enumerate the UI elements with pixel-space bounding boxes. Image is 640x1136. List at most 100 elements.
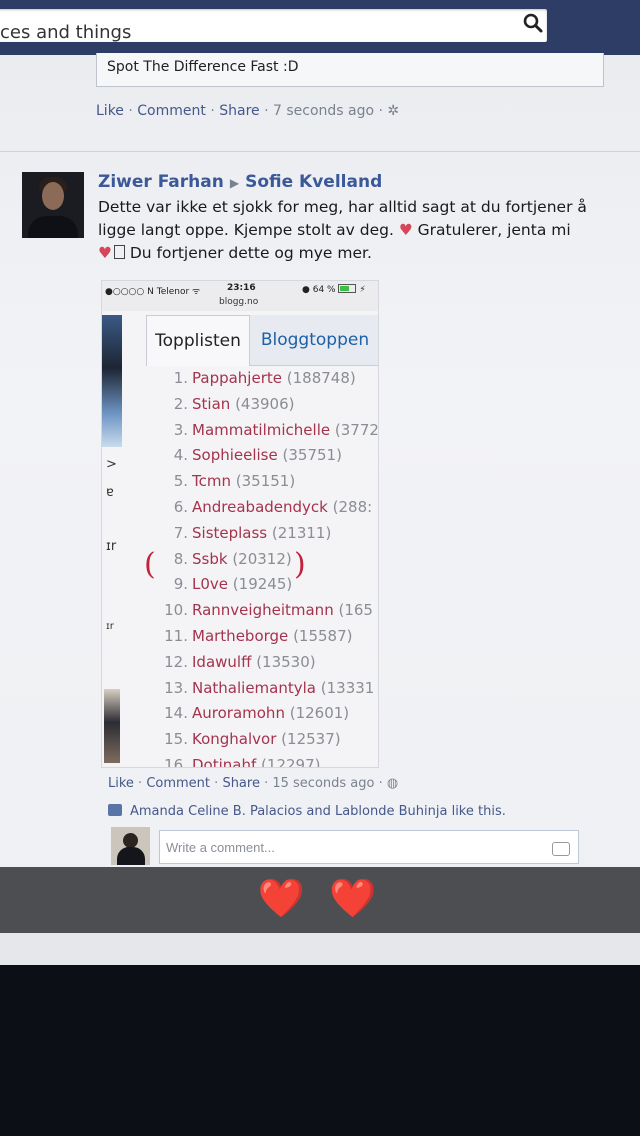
shared-link-preview[interactable]: Spot The Difference Fast :D [96,53,604,87]
post-text-line: Gratulerer, jenta mi [417,221,571,239]
blog-name-link[interactable]: Konghalvor [192,730,276,748]
rank-number: 14. [164,704,188,723]
blog-name-link[interactable]: L0ve [192,575,228,593]
caption-hearts: ❤️ ❤️ [257,876,383,920]
post-actions: Like · Comment · Share · 7 seconds ago ·… [96,103,400,119]
ranking-item[interactable]: 13. Nathaliemantyla (13331 [146,679,378,705]
search-icon[interactable] [522,12,544,34]
visitor-count: (3772 [334,420,379,439]
ranking-item[interactable]: 5. Tcmn (35151) [146,472,378,498]
blog-name-link[interactable]: Rannveigheitmann [192,601,334,619]
rank-number: 12. [164,652,188,671]
highlight-circle-right: ) [294,547,306,582]
arrow-right-icon: ▶ [229,176,240,190]
blog-name-link[interactable]: Dotinahf [192,756,256,767]
ranking-item[interactable]: 9. L0ve (19245) [146,575,378,601]
heart-icon: ♥ [98,244,112,262]
blog-name-link[interactable]: Nathaliemantyla [192,679,316,697]
post-timestamp[interactable]: 15 seconds ago [272,776,374,791]
comment-link[interactable]: Comment [146,776,210,791]
ranking-item[interactable]: 10. Rannveigheitmann (165 [146,601,378,627]
comment-input[interactable] [159,830,579,864]
author-name-link[interactable]: Ziwer Farhan [98,172,224,192]
cropped-sidebar: > ɐ ɪr ɪr [102,315,122,765]
ranking-item[interactable]: 11. Martheborge (15587) [146,627,378,653]
visitor-count: (13331 [320,678,375,697]
visitor-count: (20312) [232,549,292,568]
rank-number: 4. [173,446,188,465]
search-input[interactable]: ces and things [0,22,131,43]
ranking-item[interactable]: 6. Andreabadendyck (288: [146,498,378,524]
url-label: blogg.no [219,297,259,307]
post-text-line: ligge langt oppe. Kjempe stolt av deg. [98,221,394,239]
blog-name-link[interactable]: Pappahjerte [192,369,282,387]
like-link[interactable]: Like [108,776,134,791]
blog-name-link[interactable]: Andreabadendyck [192,498,328,516]
blog-name-link[interactable]: Ssbk [192,550,228,568]
carrier-label: ●○○○○ N Telenor ᯤ [105,287,201,297]
blog-name-link[interactable]: Sophieelise [192,446,278,464]
attached-photo[interactable]: ●○○○○ N Telenor ᯤ 23:16 blogg.no ● 64 % … [101,280,379,768]
feed-divider [0,151,640,152]
ranking-list: 1. Pappahjerte (188748) 2. Stian (43906) 3. M… [146,369,378,768]
ranking-item[interactable]: 1. Pappahjerte (188748) [146,369,378,395]
blog-name-link[interactable]: Martheborge [192,627,288,645]
visitor-count: (13530) [256,652,316,671]
visitor-count: (21311) [271,523,332,542]
blog-name-link[interactable]: Sisteplass [192,524,267,542]
visitor-count: (288: [332,497,373,516]
highlight-circle-left: ( [144,547,156,582]
ranking-item[interactable]: 15. Konghalvor (12537) [146,730,378,756]
visitor-count: (165 [338,601,373,620]
ranking-item[interactable]: 12. Idawulff (13530) [146,653,378,679]
ranking-item[interactable]: 2. Stian (43906) [146,395,378,421]
browser-screen: ces and things Spot The Difference Fast … [0,0,640,965]
share-link[interactable]: Share [219,103,259,119]
ranking-item[interactable]: 16. Dotinahf (12297) [146,755,378,768]
post-timestamp[interactable]: 7 seconds ago [273,103,374,119]
tab-bloggtoppen[interactable]: Bloggtoppen [250,315,378,365]
blog-name-link[interactable]: Tcmn [192,472,231,490]
share-link[interactable]: Share [222,776,260,791]
comment-link[interactable]: Comment [137,103,206,119]
phone-status-bar: ●○○○○ N Telenor ᯤ 23:16 blogg.no ● 64 % … [102,281,378,311]
like-link[interactable]: Like [96,103,124,119]
gear-icon[interactable]: ✲ [387,103,399,119]
rank-number: 7. [173,523,188,542]
rank-number: 1. [173,369,188,387]
search-bar[interactable]: ces and things [0,9,547,43]
blog-name-link[interactable]: Auroramohn [192,704,285,722]
visitor-count: (12601) [289,704,350,723]
battery-icon [338,284,357,293]
blog-name-link[interactable]: Idawulff [192,653,251,671]
post-text: Dette var ikke et sjokk for meg, har all… [98,196,618,265]
visitor-count: (43906) [235,394,295,413]
side-thumbnail [104,689,120,763]
clock-label: 23:16 [227,283,256,293]
visitor-count: (12537) [281,730,341,749]
rank-number: 11. [164,626,188,645]
commenter-avatar[interactable] [111,827,150,865]
likes-summary: Amanda Celine B. Palacios and Lablonde B… [108,804,506,819]
blog-name-link[interactable]: Stian [192,395,230,413]
blog-name-link[interactable]: Mammatilmichelle [192,421,330,439]
post-text-line: Du fortjener dette og mye mer. [129,244,372,262]
ranking-item[interactable]: 3. Mammatilmichelle (3772 [146,421,378,447]
ranking-item[interactable]: 14. Auroramohn (12601) [146,704,378,730]
shared-link-title[interactable]: Spot The Difference Fast :D [107,59,298,75]
screen-lower-strip [0,933,640,965]
target-name-link[interactable]: Sofie Kvelland [245,172,382,192]
ranking-item[interactable]: 8. Ssbk (20312) [146,550,378,576]
tab-topplisten[interactable]: Topplisten [146,315,250,366]
rank-number: 6. [173,497,188,516]
ranking-item[interactable]: 7. Sisteplass (21311) [146,524,378,550]
side-fragment: > [106,457,117,472]
likes-text[interactable]: Amanda Celine B. Palacios and Lablonde B… [130,804,506,819]
rank-number: 16. [164,755,188,768]
ranking-item[interactable]: 4. Sophieelise (35751) [146,446,378,472]
post-text-line: Dette var ikke et sjokk for meg, har all… [98,198,587,216]
visitor-count: (35751) [282,446,342,465]
facebook-top-bar: ces and things [0,0,640,55]
author-avatar[interactable] [22,172,84,238]
camera-icon[interactable] [552,842,570,856]
